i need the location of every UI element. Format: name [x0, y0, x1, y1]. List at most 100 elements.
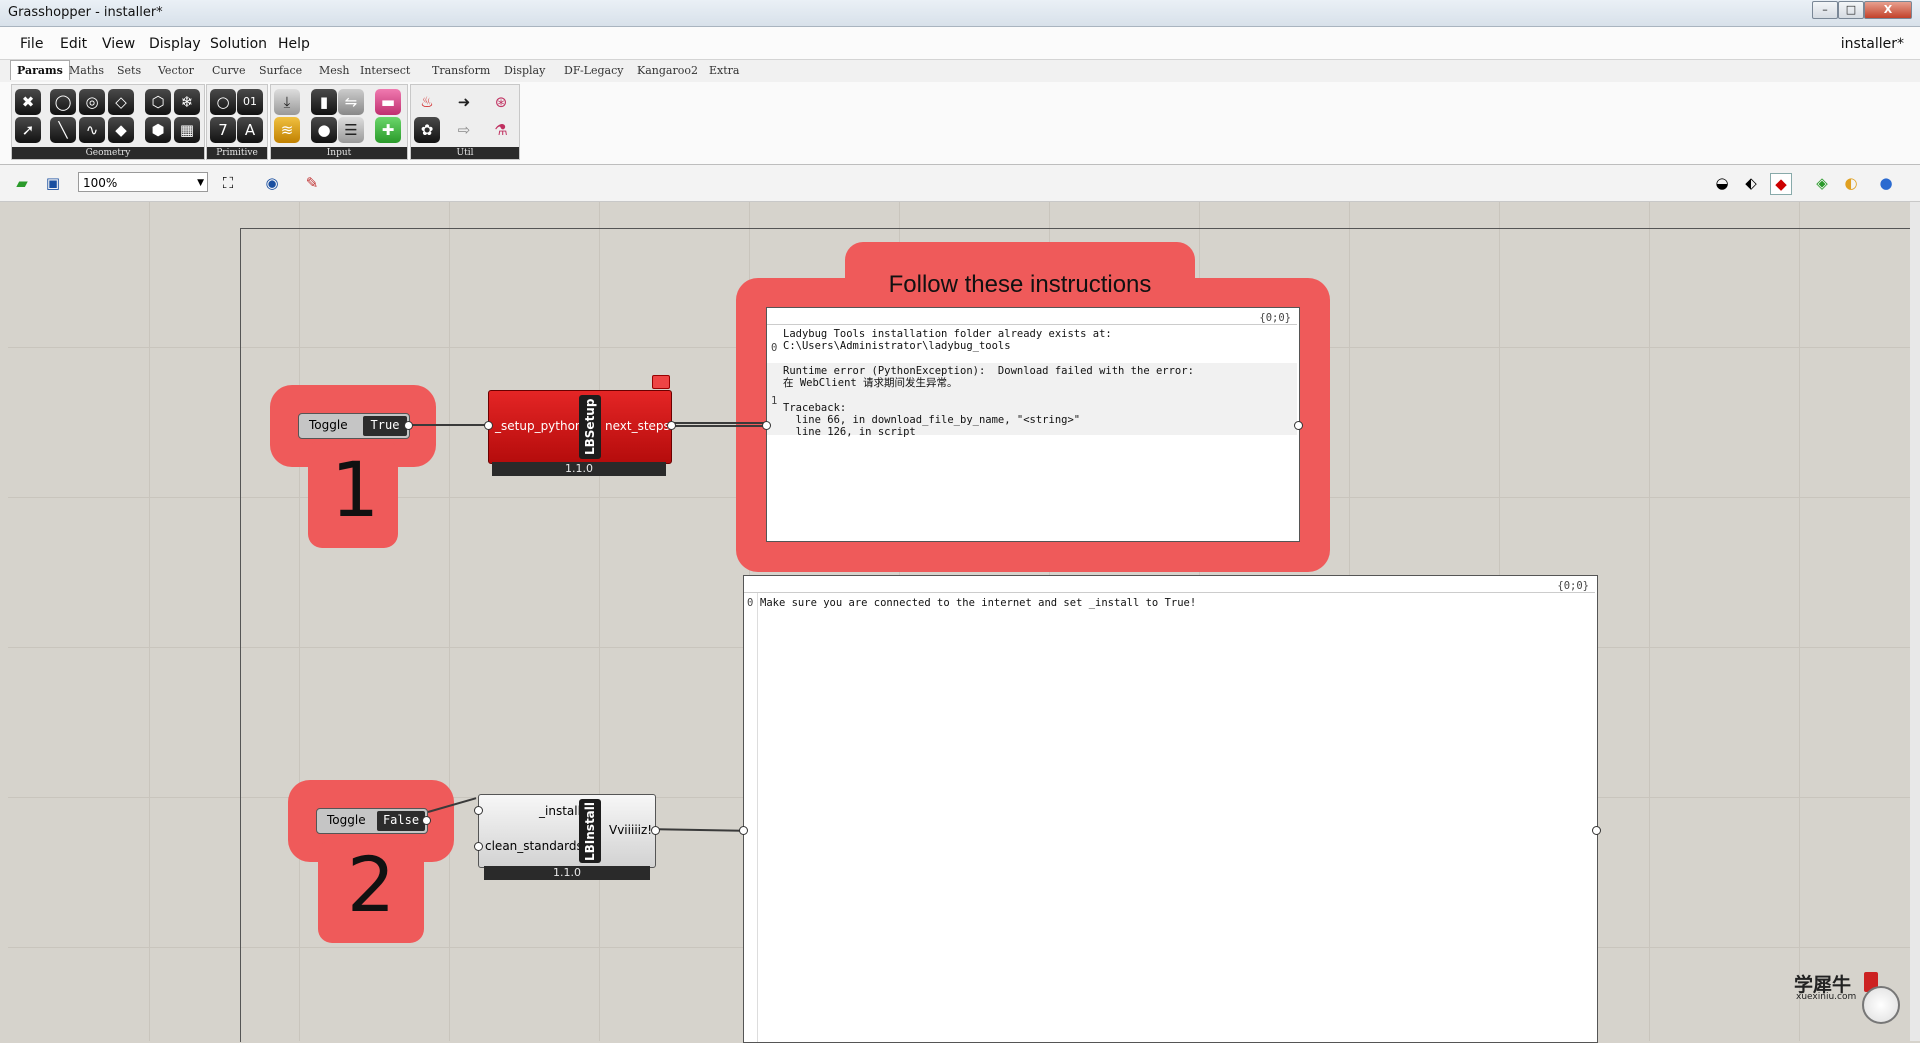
circle-icon[interactable]: ◯ [50, 89, 76, 115]
lbsetup-component[interactable]: _setup_python next_steps LBSetup [488, 390, 672, 464]
tab-extra[interactable]: Extra [709, 64, 739, 77]
fitness-icon[interactable]: ⊛ [488, 89, 514, 115]
flask-icon[interactable]: ⚗ [488, 117, 514, 143]
menu-file[interactable]: File [20, 36, 43, 52]
swatch-icon[interactable]: ✚ [375, 117, 401, 143]
lbsetup-output-next-steps[interactable]: next_steps [605, 419, 670, 433]
lbinstall-input-port-1[interactable] [474, 806, 483, 815]
menu-display[interactable]: Display [149, 36, 201, 52]
lbsetup-input-port[interactable] [484, 421, 493, 430]
mesh-icon[interactable]: ❄ [174, 89, 200, 115]
slider-icon[interactable]: ⇋ [338, 89, 364, 115]
plane-icon[interactable]: ◇ [108, 89, 134, 115]
cherry-icon[interactable]: ♨ [414, 89, 440, 115]
arrow-right-icon[interactable]: ➜ [451, 89, 477, 115]
brep-icon[interactable]: ⬢ [145, 117, 171, 143]
button-icon[interactable]: ● [311, 117, 337, 143]
boolean-toggle-1[interactable]: Toggle True [298, 413, 410, 439]
panel-1-index-0: 0 [771, 342, 778, 354]
lbinstall-input-port-2[interactable] [474, 842, 483, 851]
maximize-button[interactable]: □ [1838, 1, 1864, 19]
graph-mapper-icon[interactable]: ≋ [274, 117, 300, 143]
save-file-icon[interactable]: ▣ [43, 173, 63, 193]
lbinstall-component[interactable]: _install clean_standards_ Vviiiiiz! LBIn… [478, 794, 656, 868]
tab-transform[interactable]: Transform [432, 64, 490, 77]
tab-kangaroo2[interactable]: Kangaroo2 [637, 64, 698, 77]
toggle-1-value[interactable]: True [363, 416, 407, 436]
box-icon[interactable]: ⬡ [145, 89, 171, 115]
integer-icon[interactable]: 01 [237, 89, 263, 115]
output-panel-2[interactable]: {0;0} 0 Make sure you are connected to t… [743, 575, 1598, 1043]
output-panel-1[interactable]: {0;0} 0 1 Ladybug Tools installation fol… [766, 307, 1300, 542]
close-button[interactable]: X [1864, 1, 1912, 19]
lbinstall-input-install[interactable]: _install [539, 804, 581, 818]
curve-icon[interactable]: ∿ [79, 117, 105, 143]
tab-sets[interactable]: Sets [117, 64, 141, 77]
document-preview-icon[interactable]: ● [1876, 173, 1896, 193]
surface-icon[interactable]: ◆ [108, 117, 134, 143]
tab-mesh[interactable]: Mesh [319, 64, 350, 77]
cluster-icon[interactable]: ✿ [414, 117, 440, 143]
tab-df-legacy[interactable]: DF-Legacy [564, 64, 623, 77]
zoom-select[interactable]: 100% ▼ [78, 172, 208, 192]
field-icon[interactable]: ▦ [174, 117, 200, 143]
lbsetup-input-setup-python[interactable]: _setup_python [495, 419, 583, 433]
vector-icon[interactable]: ➚ [15, 117, 41, 143]
tab-surface[interactable]: Surface [259, 64, 302, 77]
tab-maths[interactable]: Maths [69, 64, 104, 77]
toggle-2-value[interactable]: False [377, 811, 425, 831]
minimize-button[interactable]: – [1812, 1, 1838, 19]
document-name: installer* [1840, 36, 1904, 52]
list-icon[interactable]: ☰ [338, 117, 364, 143]
sketch-icon[interactable]: ✎ [302, 173, 322, 193]
number-icon[interactable]: 7 [210, 117, 236, 143]
open-file-icon[interactable]: ▰ [12, 173, 32, 193]
tab-vector[interactable]: Vector [158, 64, 194, 77]
panel-geometry: ✖ ➚ ◯ ╲ ◎ ∿ ◇ ◆ ⬡ ⬢ ❄ ▦ Geometry [11, 84, 205, 160]
panel-primitive: ○ 01 7 A Primitive [206, 84, 268, 160]
navigation-wheel-icon[interactable] [1862, 986, 1900, 1024]
menu-edit[interactable]: Edit [60, 36, 87, 52]
panel-1-line-2: C:\Users\Administrator\ladybug_tools [783, 340, 1011, 352]
tab-params[interactable]: Params [10, 60, 70, 80]
tab-display[interactable]: Display [504, 64, 545, 77]
menu-view[interactable]: View [102, 36, 135, 52]
gradient-icon[interactable]: ▬ [375, 89, 401, 115]
panel-2-input-port[interactable] [739, 826, 748, 835]
menu-help[interactable]: Help [278, 36, 310, 52]
wire-toggle1-setup [410, 424, 488, 426]
arrow-outline-icon[interactable]: ⇨ [451, 117, 477, 143]
tab-curve[interactable]: Curve [212, 64, 245, 77]
shaded-preview-icon[interactable]: ◆ [1770, 173, 1792, 195]
arc-icon[interactable]: ◎ [79, 89, 105, 115]
wire-setup-panel [672, 422, 768, 427]
text-icon[interactable]: A [237, 117, 263, 143]
selected-preview-icon[interactable]: ◈ [1812, 173, 1832, 193]
wireframe-icon[interactable]: ⬖ [1741, 173, 1761, 193]
toggle-icon[interactable]: ▮ [311, 89, 337, 115]
material-icon[interactable]: ◐ [1841, 173, 1861, 193]
lbinstall-input-clean-standards[interactable]: clean_standards_ [485, 839, 589, 853]
toggle-1-output-port[interactable] [404, 421, 413, 430]
panel-1-input-port[interactable] [762, 421, 771, 430]
boolean-icon[interactable]: ○ [210, 89, 236, 115]
point-icon[interactable]: ✖ [15, 89, 41, 115]
zoom-extents-icon[interactable]: ⛶ [218, 173, 238, 193]
preview-eye-icon[interactable]: ◉ [262, 173, 282, 193]
vertical-scrollbar[interactable] [1910, 202, 1920, 1041]
runtime-error-balloon-icon[interactable] [652, 375, 670, 389]
tab-intersect[interactable]: Intersect [360, 64, 410, 77]
preview-mode-icon[interactable]: ◒ [1712, 173, 1732, 193]
lbsetup-output-port[interactable] [667, 421, 676, 430]
panel-1-output-port[interactable] [1294, 421, 1303, 430]
line-icon[interactable]: ╲ [50, 117, 76, 143]
boolean-toggle-2[interactable]: Toggle False [316, 808, 428, 834]
menu-solution[interactable]: Solution [210, 36, 267, 52]
download-icon[interactable]: ⤓ [274, 89, 300, 115]
lbinstall-output-port[interactable] [651, 826, 660, 835]
lbinstall-output[interactable]: Vviiiiiz! [609, 823, 652, 837]
toggle-2-output-port[interactable] [422, 816, 431, 825]
panel-1-line-1: Ladybug Tools installation folder alread… [783, 328, 1112, 340]
panel-2-output-port[interactable] [1592, 826, 1601, 835]
panel-input: ⤓ ≋ ▮ ● ⇋ ☰ ▬ ✚ Input [270, 84, 408, 160]
